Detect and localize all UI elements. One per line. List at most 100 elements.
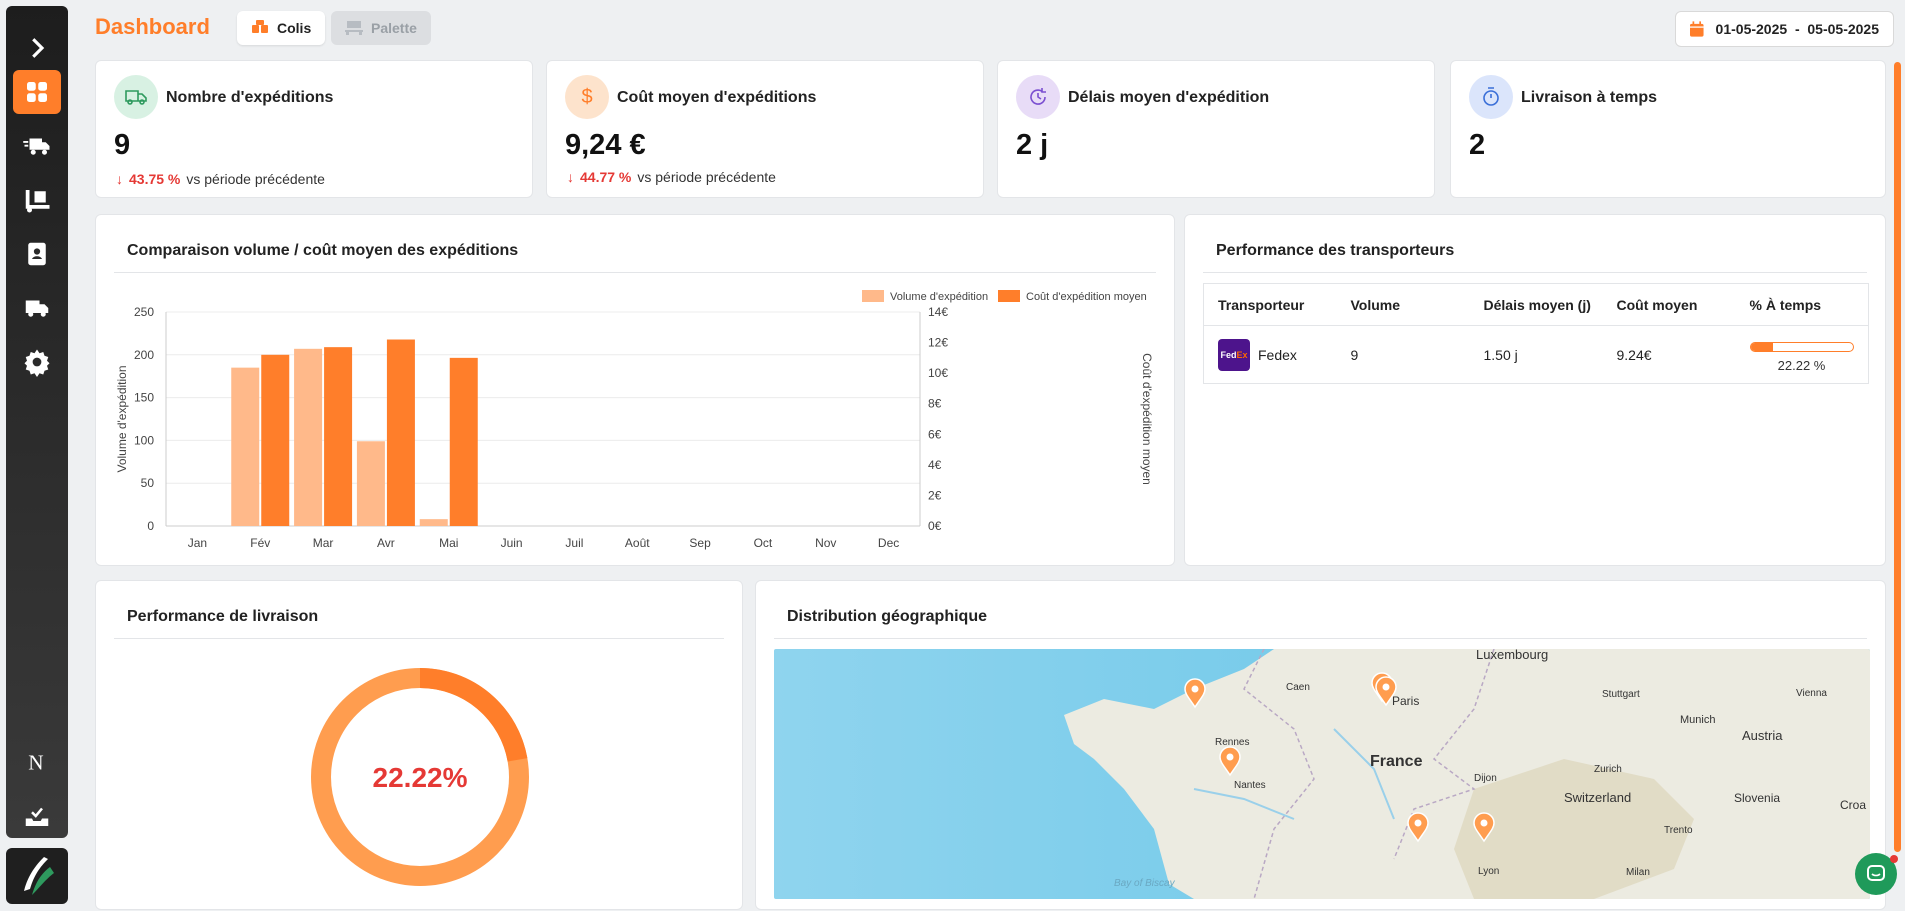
kpi-value: 2 (1469, 129, 1486, 161)
kpi-trend-text: vs période précédente (637, 169, 776, 185)
y2-tick-label: 10€ (928, 366, 948, 380)
carrier-table: Transporteur Volume Délais moyen (j) Coû… (1203, 283, 1869, 384)
expand-sidebar-button[interactable] (13, 26, 61, 70)
y2-tick-label: 0€ (928, 519, 942, 533)
kpi-title: Nombre d'expéditions (166, 89, 334, 106)
y2-tick-label: 6€ (928, 427, 942, 441)
kpi-value: 9,24 € (565, 129, 646, 161)
notion-icon: N (28, 751, 43, 775)
y-axis-label: Volume d'expédition (115, 365, 129, 472)
legend-label: Volume d'expédition (890, 291, 988, 303)
truck-icon (114, 75, 158, 119)
carrier-name: Fedex (1258, 346, 1297, 363)
tab-palette[interactable]: Palette (331, 11, 431, 45)
delay-cell: 1.50 j (1483, 346, 1518, 363)
map-label: Switzerland (1564, 790, 1631, 805)
address-book-icon (28, 242, 46, 266)
sidebar-item-contacts[interactable] (13, 232, 61, 276)
kpi-trend: ↓ 43.75 % vs période précédente (116, 171, 325, 187)
kpi-trend-text: vs période précédente (186, 171, 325, 187)
map-canvas: Luxembourg Caen Paris Stuttgart Vienna R… (774, 649, 1870, 899)
x-tick-label: Juil (565, 536, 583, 550)
sidebar-item-pallets[interactable] (13, 178, 61, 222)
column-header: % À temps (1735, 283, 1869, 326)
notification-dot (1890, 855, 1898, 863)
sidebar-item-notion[interactable]: N (13, 740, 61, 784)
tab-colis[interactable]: Colis (237, 11, 326, 45)
map-label: Caen (1286, 682, 1310, 693)
sidebar-item-shipments[interactable] (13, 124, 61, 168)
x-tick-label: Dec (878, 536, 899, 550)
bar-volume (294, 348, 323, 526)
carrier-cell: Fed Ex Fedex (1204, 326, 1337, 384)
map-label: Zurich (1594, 764, 1622, 775)
map-label: Paris (1392, 694, 1419, 708)
inbox-check-icon (25, 807, 49, 826)
x-tick-label: Août (625, 536, 650, 550)
date-range-picker[interactable]: 01-05-2025 - 05-05-2025 (1675, 11, 1894, 47)
chevron-right-icon (32, 38, 45, 58)
map-label: Croa (1840, 798, 1866, 812)
kpi-card-on-time: Livraison à temps 2 (1450, 60, 1886, 198)
sidebar-item-carriers[interactable] (13, 286, 61, 330)
map-label: France (1370, 753, 1423, 770)
cost-cell: 9.24€ (1616, 346, 1652, 363)
kpi-title: Coût moyen d'expéditions (617, 89, 817, 106)
svg-text:N: N (28, 751, 43, 775)
sidebar-item-dashboard[interactable] (13, 70, 61, 114)
dolly-icon (25, 190, 50, 213)
x-tick-label: Mar (313, 536, 334, 550)
x-tick-label: Nov (815, 536, 836, 550)
y-tick-label: 200 (134, 348, 154, 362)
tab-colis-label: Colis (277, 20, 312, 36)
map-label: Trento (1664, 825, 1693, 836)
map-label: Dijon (1474, 773, 1497, 784)
delivery-performance-card: Performance de livraison 22.22% (95, 580, 743, 910)
section-title: Performance des transporteurs (1216, 242, 1455, 259)
bar-cost (449, 357, 478, 526)
volume-cell: 9 (1350, 346, 1359, 363)
map-label: Stuttgart (1602, 689, 1640, 700)
x-tick-label: Avr (377, 536, 395, 550)
carrier-performance-card: Performance des transporteurs Transporte… (1184, 214, 1886, 566)
bar-cost (386, 339, 415, 526)
y2-tick-label: 14€ (928, 305, 948, 319)
page-scrollbar[interactable] (1894, 62, 1901, 852)
map-label: Bay of Biscay (1114, 878, 1176, 889)
gear-icon (24, 349, 50, 377)
y2-axis-label: Coût d'expédition moyen (1140, 353, 1154, 485)
column-header: Transporteur (1203, 283, 1337, 326)
sidebar-item-settings[interactable] (13, 340, 61, 384)
y-tick-label: 100 (134, 433, 154, 447)
map-label: Nantes (1234, 780, 1266, 791)
map-label: Luxembourg (1476, 649, 1548, 662)
map-label: Vienna (1796, 688, 1827, 699)
sidebar-item-inbox[interactable] (13, 794, 61, 838)
app-logo[interactable] (6, 848, 68, 904)
map-label: Lyon (1478, 866, 1499, 877)
map-label: Munich (1680, 714, 1715, 726)
bar-volume (231, 367, 260, 526)
delivery-donut-chart: 22.22% (311, 668, 529, 886)
bar-cost (261, 354, 290, 526)
x-tick-label: Juin (501, 536, 523, 550)
x-tick-label: Mai (439, 536, 458, 550)
map-label: Austria (1742, 728, 1783, 743)
donut-percent-label: 22.22% (373, 762, 468, 793)
legend-swatch (862, 290, 884, 302)
truck-icon (25, 300, 49, 317)
section-title: Distribution géographique (787, 608, 987, 625)
calendar-icon (1690, 21, 1704, 37)
on-time-progress-bar (1749, 342, 1854, 352)
fedex-logo: Fed Ex (1218, 338, 1250, 371)
kpi-title: Livraison à temps (1521, 89, 1658, 106)
legend-label: Coût d'expédition moyen (1026, 291, 1147, 303)
column-header: Coût moyen (1602, 283, 1736, 326)
bar-volume (356, 441, 385, 526)
map-view[interactable]: Luxembourg Caen Paris Stuttgart Vienna R… (774, 649, 1870, 899)
table-row[interactable]: Fed Ex Fedex 9 1.50 j 9.24€ 22.22 % (1204, 326, 1869, 384)
chat-launcher-button[interactable] (1855, 853, 1898, 895)
bar-volume (419, 519, 448, 526)
volume-cost-chart: 250 200 150 100 50 0 14€ 12€ 10€ 8€ 6€ 4€ 2€ 0€ Jan Fév… (115, 290, 1154, 550)
y-tick-label: 50 (141, 476, 155, 490)
